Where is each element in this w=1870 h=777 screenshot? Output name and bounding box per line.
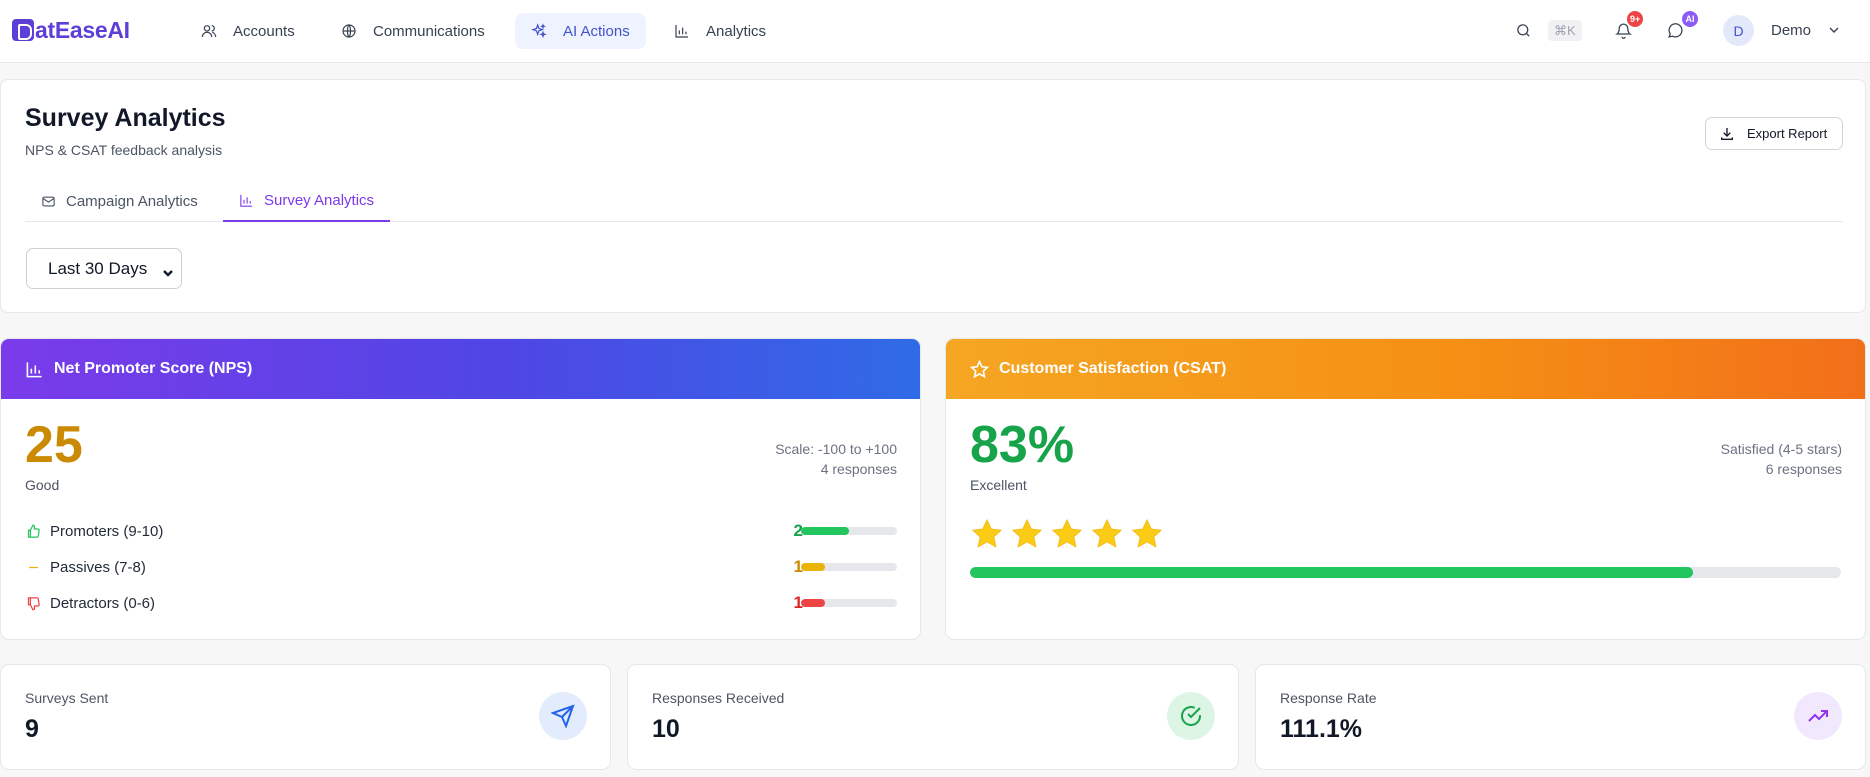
star-icon [970, 517, 1004, 551]
csat-card: Customer Satisfaction (CSAT) 83% Excelle… [945, 338, 1866, 640]
nps-row-bar [801, 527, 897, 535]
nav-item-label: AI Actions [563, 22, 630, 40]
star-outline-icon [970, 359, 989, 378]
chat-icon [1667, 22, 1683, 38]
csat-card-header: Customer Satisfaction (CSAT) [946, 339, 1865, 399]
nps-row-count: 1 [793, 557, 803, 576]
nav-item-label: Communications [373, 22, 485, 40]
sparkles-icon [531, 23, 547, 39]
nav-item-communications[interactable]: Communications [325, 13, 501, 49]
date-range-select[interactable]: Last 30 Days [26, 248, 182, 289]
mail-icon [42, 196, 55, 206]
csat-satisfied-label: Satisfied (4-5 stars) [1720, 441, 1842, 457]
nps-row-promoters: Promoters (9-10) 2 [25, 520, 897, 542]
csat-title: Customer Satisfaction (CSAT) [999, 360, 1227, 377]
thumbs-down-icon [25, 595, 41, 611]
analytics-tabs: Campaign Analytics Survey Analytics [25, 180, 1843, 222]
csat-rating: Excellent [970, 477, 1027, 493]
nps-scale: Scale: -100 to +100 [775, 441, 897, 457]
minus-icon [25, 559, 41, 575]
nav-item-label: Analytics [706, 22, 767, 40]
star-icon [1050, 517, 1084, 551]
search-shortcut: ⌘K [1548, 20, 1582, 41]
avatar[interactable]: D [1723, 15, 1754, 46]
export-report-button[interactable]: Export Report [1705, 117, 1843, 150]
nps-row-passives: Passives (7-8) 1 [25, 556, 897, 578]
nav-item-label: Accounts [233, 22, 295, 40]
nps-card-header: Net Promoter Score (NPS) [1, 339, 920, 399]
check-circle-icon [1167, 692, 1215, 740]
chevron-down-icon [1829, 27, 1839, 33]
nav-item-accounts[interactable]: Accounts [185, 13, 311, 49]
csat-progress-bar [970, 567, 1841, 578]
user-menu-toggle[interactable] [1826, 22, 1842, 38]
nps-scale-info: Scale: -100 to +100 4 responses [775, 439, 897, 479]
search-button[interactable] [1512, 19, 1534, 41]
star-icon [1090, 517, 1124, 551]
bar-chart-icon [675, 25, 688, 38]
tab-survey-analytics[interactable]: Survey Analytics [223, 180, 391, 222]
globe-icon [342, 24, 356, 38]
nps-row-bar-fill [801, 563, 825, 571]
send-icon [539, 692, 587, 740]
nps-row-count: 1 [793, 593, 803, 612]
nps-responses: 4 responses [820, 461, 897, 477]
bar-chart-icon [240, 194, 253, 207]
stat-card-responses-received: Responses Received 10 [627, 664, 1239, 770]
stat-label: Responses Received [652, 690, 785, 706]
tab-campaign-analytics[interactable]: Campaign Analytics [25, 180, 214, 222]
csat-info: Satisfied (4-5 stars) 6 responses [1721, 439, 1842, 479]
nps-row-label: Passives (7-8) [50, 558, 146, 576]
nps-rating: Good [25, 477, 60, 493]
star-icon [1130, 517, 1164, 551]
nps-card: Net Promoter Score (NPS) 25 Good Scale: … [0, 338, 921, 640]
search-icon [1516, 23, 1530, 37]
star-icon [1010, 517, 1044, 551]
stat-value: 9 [25, 715, 39, 743]
user-name[interactable]: Demo [1771, 22, 1811, 39]
logo-icon [12, 19, 34, 41]
nps-row-detractors: Detractors (0-6) 1 [25, 592, 897, 614]
nps-row-label: Promoters (9-10) [50, 522, 164, 540]
tab-label: Campaign Analytics [66, 192, 198, 210]
nps-score: 25 [25, 416, 83, 474]
brand-logo[interactable]: atEaseAI [12, 16, 130, 44]
ai-badge: AI [1682, 11, 1698, 27]
thumbs-up-icon [25, 523, 41, 539]
csat-score: 83% [970, 416, 1075, 474]
bar-chart-icon [26, 361, 42, 377]
export-report-label: Export Report [1747, 126, 1828, 141]
tab-label: Survey Analytics [264, 191, 375, 209]
top-navigation-bar: atEaseAI Accounts Communications AI Acti… [0, 0, 1870, 63]
stat-label: Response Rate [1280, 690, 1377, 706]
page-subtitle: NPS & CSAT feedback analysis [25, 142, 223, 158]
brand-name: atEaseAI [35, 16, 130, 43]
stat-value: 111.1% [1280, 715, 1363, 743]
download-icon [1721, 127, 1733, 140]
nps-row-label: Detractors (0-6) [50, 594, 156, 612]
page-header-card: Survey Analytics NPS & CSAT feedback ana… [0, 79, 1866, 313]
nav-item-ai-actions[interactable]: AI Actions [515, 13, 646, 49]
star-rating [970, 517, 1170, 551]
nps-row-bar [801, 563, 897, 571]
stat-label: Surveys Sent [25, 690, 109, 706]
nav-item-analytics[interactable]: Analytics [658, 13, 782, 49]
nps-row-count: 2 [793, 521, 803, 540]
users-icon [201, 25, 217, 38]
trending-up-icon [1794, 692, 1842, 740]
notifications-badge: 9+ [1627, 11, 1644, 27]
chevron-down-icon [163, 263, 173, 277]
nps-row-bar-fill [801, 527, 849, 535]
nps-title: Net Promoter Score (NPS) [54, 360, 253, 377]
csat-responses: 6 responses [1765, 461, 1842, 477]
stat-card-surveys-sent: Surveys Sent 9 [0, 664, 611, 770]
date-range-value: Last 30 Days [48, 258, 148, 278]
nps-row-bar-fill [801, 599, 825, 607]
csat-progress-fill [970, 567, 1693, 578]
page-title: Survey Analytics [25, 104, 226, 132]
stat-value: 10 [652, 715, 680, 743]
nps-row-bar [801, 599, 897, 607]
stat-card-response-rate: Response Rate 111.1% [1255, 664, 1866, 770]
